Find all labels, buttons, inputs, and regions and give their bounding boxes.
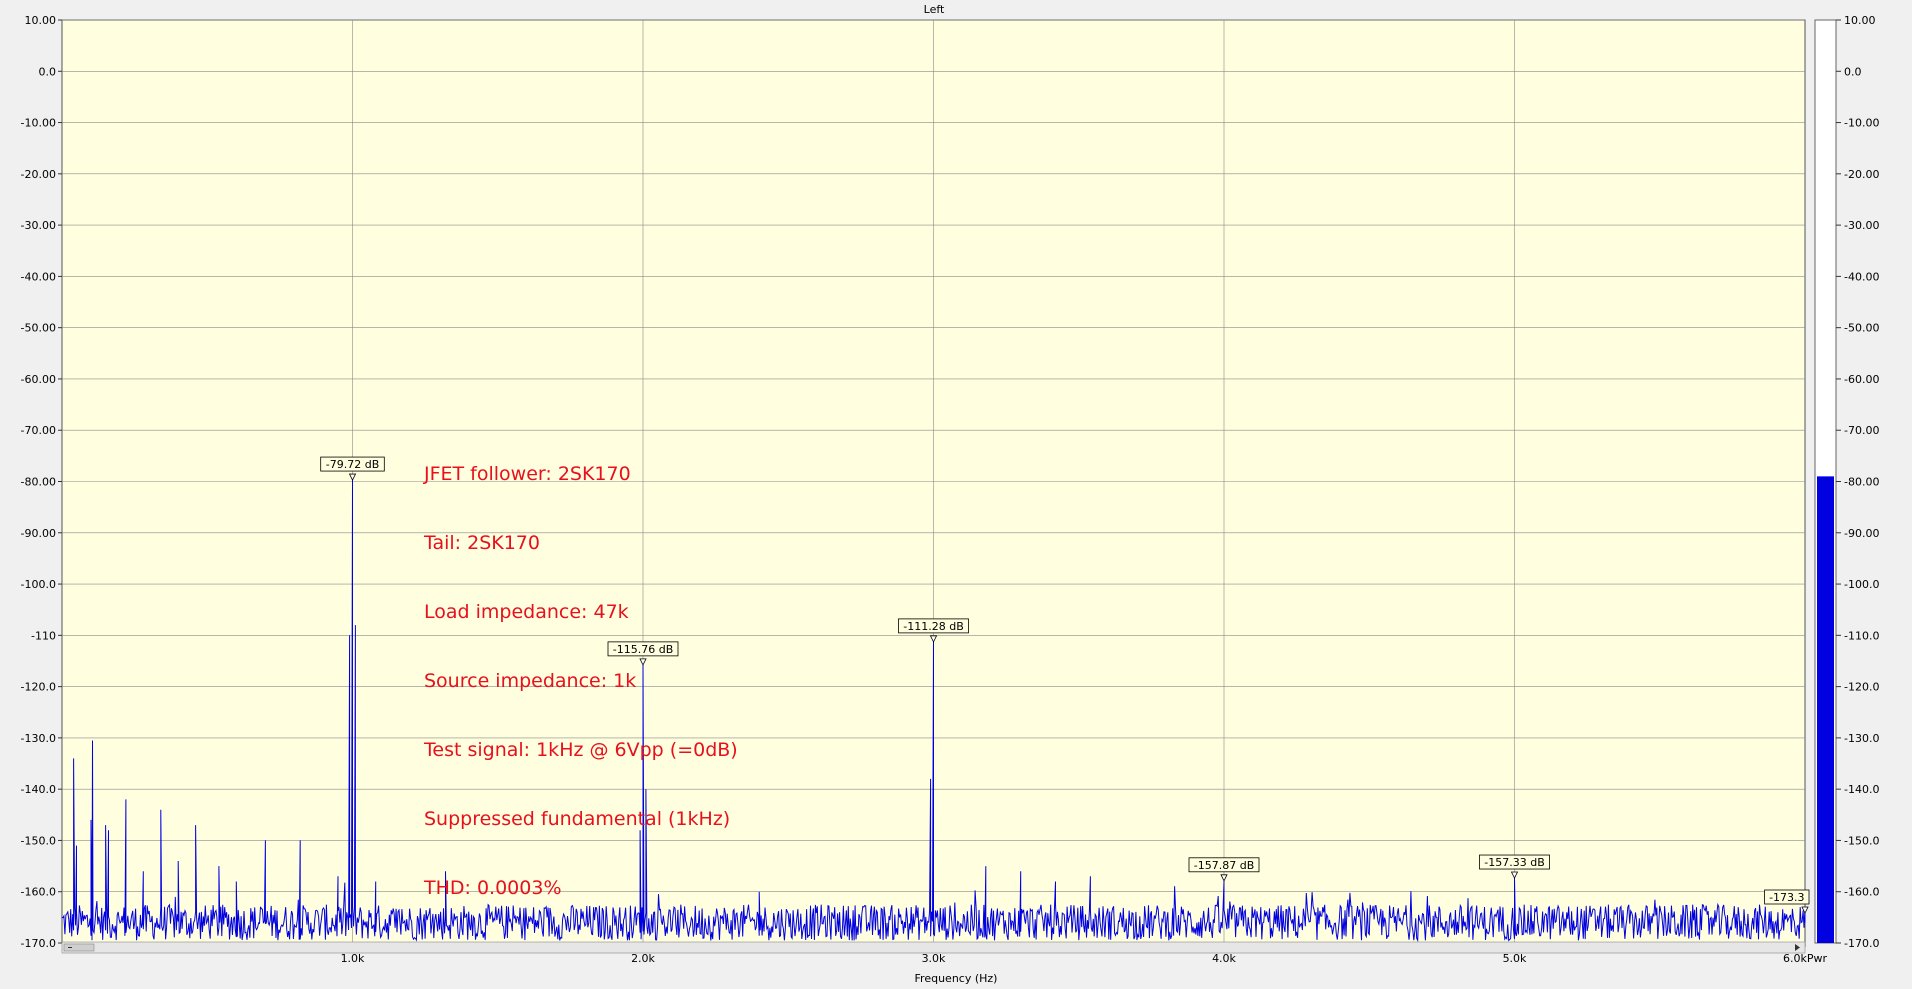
- y-tick-label: 10.00: [25, 14, 57, 27]
- meter-tick-label: -90.00: [1844, 527, 1879, 540]
- y-tick-label: -140.0: [21, 783, 56, 796]
- y-tick-label: -30.00: [21, 219, 56, 232]
- meter-tick-label: -10.00: [1844, 117, 1879, 130]
- y-tick-label: -170.0: [21, 937, 56, 950]
- meter-tick-label: -20.00: [1844, 168, 1879, 181]
- annotation-line: Test signal: 1kHz @ 6Vpp (=0dB): [424, 739, 738, 761]
- x-tick-label: 3.0k: [922, 952, 946, 965]
- level-meter-fill: [1817, 476, 1834, 943]
- y-tick-label: -80.00: [21, 476, 56, 489]
- y-tick-label: -50.00: [21, 322, 56, 335]
- annotation-line: Suppressed fundamental (1kHz): [424, 808, 731, 830]
- y-tick-label: -10.00: [21, 117, 56, 130]
- y-tick-label: -110: [31, 629, 56, 642]
- x-tick-label: 5.0k: [1503, 952, 1527, 965]
- y-tick-label: -100.0: [21, 578, 56, 591]
- annotation-line: THD: 0.0003%: [424, 877, 562, 899]
- meter-tick-label: -120.0: [1844, 681, 1879, 694]
- meter-tick-label: -160.0: [1844, 886, 1879, 899]
- chart-title: Left: [924, 3, 945, 16]
- y-tick-label: -20.00: [21, 168, 56, 181]
- marker-label: -79.72 dB: [326, 458, 380, 471]
- meter-tick-label: -30.00: [1844, 219, 1879, 232]
- x-tick-label: 4.0k: [1212, 952, 1236, 965]
- annotation-line: JFET follower: 2SK170: [424, 463, 631, 485]
- meter-tick-label: -50.00: [1844, 322, 1879, 335]
- meter-tick-label: -150.0: [1844, 834, 1879, 847]
- y-tick-label: -120.0: [21, 681, 56, 694]
- meter-tick-label: -130.0: [1844, 732, 1879, 745]
- marker-label: -157.87 dB: [1194, 859, 1254, 872]
- y-tick-label: 0.0: [39, 65, 57, 78]
- meter-tick-label: -60.00: [1844, 373, 1879, 386]
- marker-label: -111.28 dB: [903, 620, 963, 633]
- meter-tick-label: -140.0: [1844, 783, 1879, 796]
- meter-tick-label: -170.0: [1844, 937, 1879, 950]
- annotation-line: Source impedance: 1k: [424, 670, 637, 692]
- y-tick-label: -40.00: [21, 270, 56, 283]
- meter-tick-label: 0.0: [1844, 65, 1862, 78]
- measurement-annotation: JFET follower: 2SK170 Tail: 2SK170 Load …: [424, 417, 738, 946]
- spectrum-analyzer-window: Left Frequency (Hz) 10.00 0.0 -10.00 -20.00…: [0, 0, 1912, 985]
- meter-tick-label: -80.00: [1844, 476, 1879, 489]
- y-tick-label: -90.00: [21, 527, 56, 540]
- y-tick-label: -60.00: [21, 373, 56, 386]
- meter-tick-label: -100.0: [1844, 578, 1879, 591]
- y-tick-label: -160.0: [21, 886, 56, 899]
- x-axis-label: Frequency (Hz): [915, 972, 998, 985]
- spectrum-chart: Left Frequency (Hz) 10.00 0.0 -10.00 -20.00…: [0, 0, 1912, 985]
- meter-tick-label: 10.00: [1844, 14, 1876, 27]
- meter-tick-label: -110.0: [1844, 629, 1879, 642]
- meter-tick-label: -70.00: [1844, 424, 1879, 437]
- y-tick-label: -130.0: [21, 732, 56, 745]
- marker-label: -173.3: [1769, 891, 1804, 904]
- x-tick-label: 1.0k: [341, 952, 365, 965]
- horizontal-scrollbar: [61, 941, 1806, 954]
- y-tick-label: -70.00: [21, 424, 56, 437]
- meter-tick-label: -40.00: [1844, 270, 1879, 283]
- annotation-line: Load impedance: 47k: [424, 601, 629, 623]
- x-tick-label: 6.0kPwr: [1783, 952, 1827, 965]
- marker-label: -157.33 dB: [1484, 856, 1544, 869]
- annotation-line: Tail: 2SK170: [424, 532, 540, 554]
- x-tick-label: 2.0k: [631, 952, 655, 965]
- y-tick-label: -150.0: [21, 834, 56, 847]
